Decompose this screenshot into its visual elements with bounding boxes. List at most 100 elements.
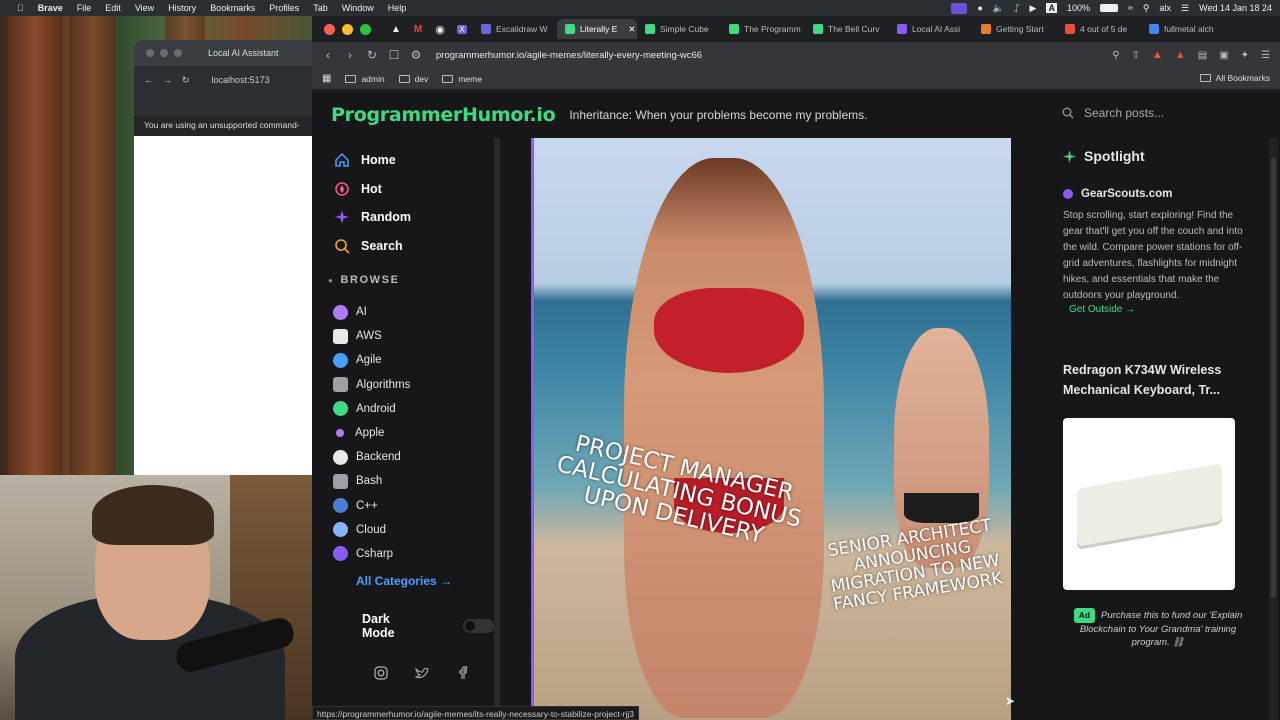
- sponsor-link[interactable]: GearScouts.com: [1063, 188, 1253, 200]
- bookmark-folder-admin[interactable]: admin: [345, 74, 385, 84]
- menu-app-name[interactable]: Brave: [31, 3, 70, 13]
- category-backend[interactable]: Backend: [312, 445, 494, 469]
- category-bash[interactable]: Bash: [312, 469, 494, 493]
- product-title[interactable]: Redragon K734W Wireless Mechanical Keybo…: [1063, 360, 1253, 400]
- back-arrow-icon[interactable]: ←: [144, 75, 153, 85]
- tab-simple-cube[interactable]: Simple Cube: [637, 19, 721, 39]
- all-bookmarks-button[interactable]: All Bookmarks: [1199, 73, 1270, 83]
- tab-getting-started[interactable]: Getting Start: [973, 19, 1057, 39]
- bg-bookmarks-bar: [134, 94, 334, 116]
- nav-random[interactable]: Random: [312, 203, 494, 232]
- tab-fullmetal[interactable]: fullmetal alch: [1141, 19, 1225, 39]
- apps-grid-icon[interactable]: ▦: [322, 73, 331, 84]
- minimize-window-button[interactable]: [160, 49, 168, 57]
- all-categories-link[interactable]: All Categories →: [312, 574, 494, 588]
- category-algorithms[interactable]: Algorithms: [312, 373, 494, 397]
- site-logo[interactable]: ProgrammerHumor.io: [331, 104, 556, 126]
- tab-the-programm[interactable]: The Programm: [721, 19, 805, 39]
- leo-ai-icon[interactable]: ✦: [1241, 50, 1249, 61]
- nav-home[interactable]: Home: [312, 146, 494, 175]
- wifi-icon[interactable]: ≈: [1128, 3, 1133, 13]
- menu-help[interactable]: Help: [381, 3, 414, 13]
- category-android[interactable]: Android: [312, 397, 494, 421]
- back-arrow-icon[interactable]: ‹: [322, 48, 334, 62]
- menu-window[interactable]: Window: [335, 3, 381, 13]
- nav-hot[interactable]: Hot: [312, 175, 494, 204]
- brave-rewards-icon[interactable]: ▲: [1175, 49, 1186, 61]
- bg-address[interactable]: localhost:5173: [212, 75, 270, 85]
- bluetooth-icon[interactable]: ᛢ: [1014, 3, 1019, 13]
- clock[interactable]: Wed 14 Jan 18 24: [1199, 3, 1272, 13]
- site-settings-icon[interactable]: ⚙: [410, 48, 422, 62]
- category-cpp[interactable]: C++: [312, 494, 494, 518]
- screen-record-icon[interactable]: [951, 2, 968, 14]
- menu-file[interactable]: File: [70, 3, 99, 13]
- nav-search[interactable]: Search: [312, 232, 494, 261]
- pinned-tab-gmail[interactable]: M: [407, 20, 429, 38]
- category-ai[interactable]: AI: [312, 300, 494, 324]
- facebook-icon[interactable]: [456, 666, 470, 680]
- menu-history[interactable]: History: [161, 3, 203, 13]
- search-box[interactable]: Search posts...: [1062, 106, 1164, 120]
- reload-icon[interactable]: ↻: [182, 75, 190, 86]
- tab-local-ai[interactable]: Local AI Assi: [889, 19, 973, 39]
- bg-tab-title[interactable]: Local AI Assistant: [208, 48, 279, 58]
- menu-tab[interactable]: Tab: [306, 3, 335, 13]
- close-window-button[interactable]: [146, 49, 154, 57]
- menu-bookmarks[interactable]: Bookmarks: [203, 3, 262, 13]
- sidebar-scrollbar[interactable]: [494, 138, 500, 720]
- get-outside-link[interactable]: Get Outside →: [1069, 304, 1253, 315]
- product-image[interactable]: [1063, 418, 1235, 590]
- bookmark-folder-meme[interactable]: meme: [442, 74, 482, 84]
- tab-bell-curve[interactable]: The Bell Curv: [805, 19, 889, 39]
- tab-excalidraw[interactable]: Excalidraw W: [473, 19, 557, 39]
- category-csharp[interactable]: Csharp: [312, 542, 494, 566]
- menu-edit[interactable]: Edit: [98, 3, 128, 13]
- category-aws[interactable]: AWS: [312, 324, 494, 348]
- tab-literally-every-meeting[interactable]: Literally E ✕: [557, 19, 637, 39]
- maximize-window-button[interactable]: [174, 49, 182, 57]
- play-icon[interactable]: ▶: [1030, 3, 1037, 14]
- bookmark-icon[interactable]: ☐: [388, 48, 400, 62]
- text-input-icon[interactable]: A: [1046, 3, 1057, 13]
- zoom-icon[interactable]: ⚲: [1112, 50, 1119, 61]
- maximize-window-button[interactable]: [360, 23, 371, 35]
- instagram-icon[interactable]: [374, 666, 388, 680]
- share-icon[interactable]: ⇧: [1132, 50, 1140, 61]
- minimize-window-button[interactable]: [342, 23, 353, 35]
- scrollbar-thumb[interactable]: [1271, 158, 1276, 598]
- wifi-status-icon[interactable]: ●: [977, 3, 982, 13]
- reload-icon[interactable]: ↻: [366, 48, 378, 62]
- search-input[interactable]: Search posts...: [1084, 106, 1164, 120]
- address-bar[interactable]: programmerhumor.io/agile-memes/literally…: [436, 50, 702, 61]
- bookmark-folder-dev[interactable]: dev: [398, 74, 428, 84]
- menu-profiles[interactable]: Profiles: [262, 3, 306, 13]
- category-apple[interactable]: Apple: [312, 421, 494, 445]
- pinned-tab-x[interactable]: X: [451, 20, 473, 38]
- meme-image[interactable]: PROJECT MANAGER CALCULATING BONUS UPON D…: [531, 138, 1011, 720]
- brave-shields-icon[interactable]: ▲: [1152, 49, 1163, 61]
- menu-icon[interactable]: ☰: [1261, 50, 1270, 61]
- search-spotlight-icon[interactable]: ⚲: [1143, 3, 1150, 14]
- forward-arrow-icon[interactable]: ›: [344, 48, 356, 62]
- tab-4-out-of-5[interactable]: 4 out of 5 de: [1057, 19, 1141, 39]
- control-center-icon[interactable]: ☰: [1181, 3, 1189, 14]
- apple-icon[interactable]: : [10, 3, 31, 13]
- user-name[interactable]: alx: [1160, 3, 1172, 13]
- close-window-button[interactable]: [324, 23, 335, 35]
- battery-icon[interactable]: [1099, 4, 1118, 12]
- forward-arrow-icon[interactable]: →: [163, 75, 172, 85]
- background-browser-window[interactable]: Local AI Assistant ← → ↻ localhost:5173 …: [134, 40, 334, 475]
- pinned-tab-app[interactable]: ▲: [385, 20, 407, 38]
- dark-mode-toggle[interactable]: [463, 619, 494, 634]
- pinned-tab-github[interactable]: ◉: [429, 20, 451, 38]
- sidebar-toggle-icon[interactable]: ▤: [1198, 50, 1207, 61]
- page-scrollbar[interactable]: [1269, 138, 1278, 720]
- category-cloud[interactable]: Cloud: [312, 518, 494, 542]
- twitter-icon[interactable]: [415, 666, 429, 680]
- close-tab-icon[interactable]: ✕: [628, 24, 635, 35]
- menu-view[interactable]: View: [128, 3, 161, 13]
- category-agile[interactable]: Agile: [312, 348, 494, 372]
- wallet-icon[interactable]: ▣: [1219, 50, 1228, 61]
- volume-icon[interactable]: 🔈: [993, 3, 1004, 14]
